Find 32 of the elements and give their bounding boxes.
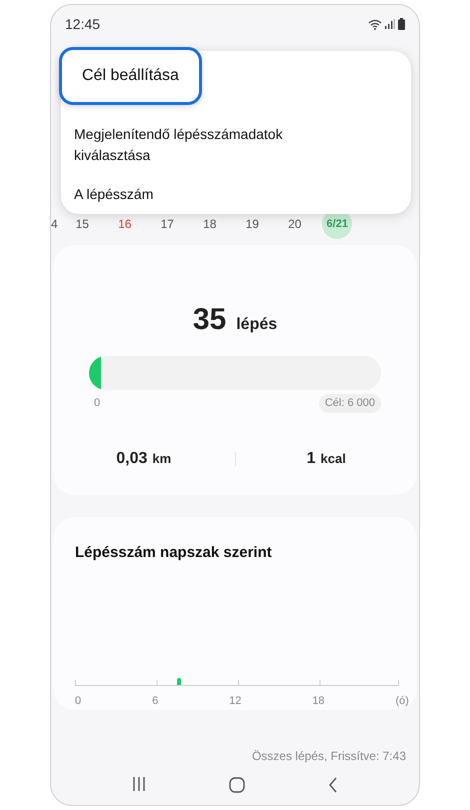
day-label[interactable]: 4: [51, 215, 58, 233]
day-label[interactable]: 15: [76, 215, 89, 233]
distance-value: 0,03: [116, 448, 148, 468]
signal-icon: [385, 19, 395, 29]
step-bar: [177, 678, 181, 684]
wifi-icon: [368, 18, 382, 30]
recent-apps-icon[interactable]: [132, 777, 146, 791]
menu-item[interactable]: Cél beállítása: [59, 47, 202, 105]
goal-label: Cél: 6 000: [318, 394, 381, 412]
clock: 12:45: [65, 14, 100, 34]
day-label[interactable]: 16: [118, 215, 132, 233]
back-icon[interactable]: [328, 777, 338, 793]
axis-label: 0: [75, 694, 82, 708]
energy-unit: kcal: [320, 450, 346, 468]
progress-start-label: 0: [93, 396, 100, 411]
update-info: Összes lépés, Frissítve: 7:43: [252, 748, 407, 765]
step-count: 35: [192, 302, 226, 338]
distance-unit: km: [152, 450, 172, 468]
day-label[interactable]: 18: [203, 215, 216, 233]
step-unit: lépés: [236, 315, 278, 335]
axis-label: (ó): [396, 694, 409, 708]
axis-label: 18: [312, 694, 325, 708]
menu-item[interactable]: Megjelenítendő lépésszámadatok kiválasztása: [61, 115, 411, 175]
day-label[interactable]: 17: [160, 215, 174, 233]
day-label[interactable]: 20: [288, 215, 302, 233]
energy-value: 1: [306, 448, 316, 468]
home-icon[interactable]: [228, 777, 245, 793]
axis-label: 12: [229, 694, 242, 708]
card-title: Lépésszám napszak szerint: [75, 543, 273, 563]
axis-label: 6: [152, 694, 158, 708]
day-label[interactable]: 19: [246, 215, 259, 233]
battery-icon: [398, 18, 405, 30]
